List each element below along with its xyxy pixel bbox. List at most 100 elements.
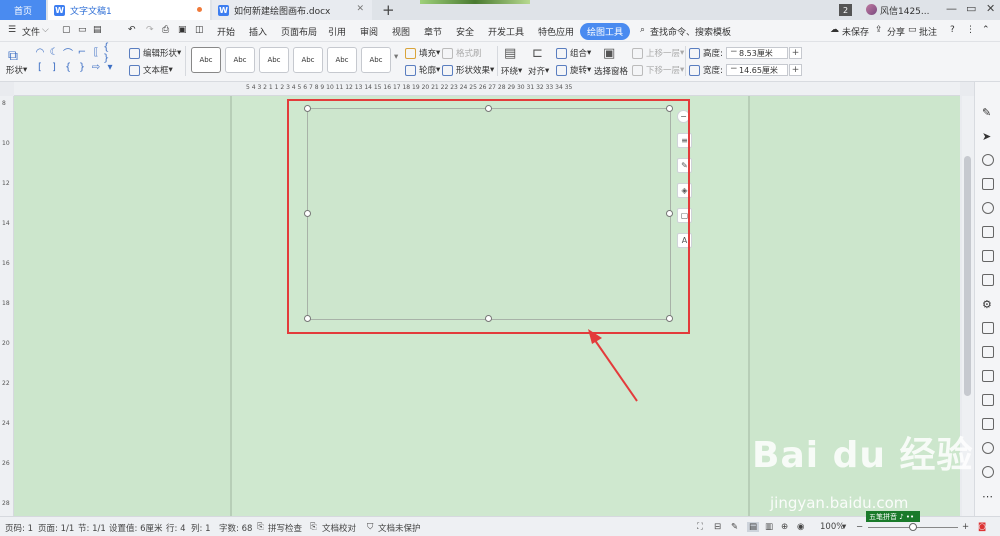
zoom-out-icon[interactable]: − bbox=[856, 522, 863, 532]
style-sample[interactable]: Abc bbox=[225, 47, 255, 73]
format-icon[interactable]: ◫ bbox=[195, 25, 204, 35]
lock-icon[interactable] bbox=[982, 322, 994, 334]
zoom-level[interactable]: 100% bbox=[820, 522, 844, 532]
selection-pane-icon[interactable]: ▣ bbox=[603, 46, 615, 61]
ime-icon[interactable]: ◙ bbox=[978, 522, 986, 532]
shape-brace-left-icon[interactable]: { bbox=[61, 60, 75, 75]
comment-button[interactable]: 批注 bbox=[919, 25, 937, 38]
page-view-icon[interactable]: ▤ bbox=[747, 522, 760, 532]
style-sample[interactable]: Abc bbox=[191, 47, 221, 73]
shape-corner-icon[interactable]: ⌐ bbox=[75, 45, 89, 60]
height-increase-button[interactable]: + bbox=[789, 47, 802, 59]
user-name[interactable]: 风信1425... bbox=[880, 4, 930, 17]
chart-icon[interactable] bbox=[982, 274, 994, 286]
scrollbar-thumb[interactable] bbox=[964, 156, 971, 396]
gallery-more-icon[interactable]: ▾ bbox=[103, 60, 117, 75]
menu-reference[interactable]: 引用 bbox=[328, 25, 346, 38]
horizontal-ruler[interactable]: 5 4 3 2 1 1 2 3 4 5 6 7 8 9 10 11 12 13 … bbox=[14, 82, 960, 96]
shape-arc-icon[interactable]: ◠ bbox=[33, 45, 47, 60]
shape-effect-button[interactable]: 形状效果 ▾ bbox=[442, 64, 494, 76]
save-status[interactable]: 未保存 bbox=[842, 25, 869, 38]
text-box-button[interactable]: 文本框 ▾ bbox=[129, 64, 173, 76]
eye-protect-icon[interactable]: ◉ bbox=[797, 522, 804, 532]
collapse-ribbon-icon[interactable]: ⌃ bbox=[982, 25, 990, 35]
menu-page-layout[interactable]: 页面布局 bbox=[281, 25, 317, 38]
menu-dev-tools[interactable]: 开发工具 bbox=[488, 25, 524, 38]
window-count-badge[interactable]: 2 bbox=[839, 4, 852, 16]
edit-shape-button[interactable]: 编辑形状 ▾ bbox=[129, 47, 181, 59]
outline-button[interactable]: 轮廓 ▾ bbox=[405, 64, 440, 76]
shape-brace-right-icon[interactable]: } bbox=[75, 60, 89, 75]
table-icon[interactable] bbox=[982, 226, 994, 238]
fill-button[interactable]: 填充 ▾ bbox=[405, 47, 440, 59]
more-icon[interactable]: ⋯ bbox=[982, 490, 994, 503]
apps-icon[interactable] bbox=[982, 250, 994, 262]
archive-icon[interactable] bbox=[982, 394, 994, 406]
menu-file[interactable]: 文件 bbox=[22, 25, 40, 38]
style-sample[interactable]: Abc bbox=[327, 47, 357, 73]
search-command[interactable]: 查找命令、搜索模板 bbox=[650, 25, 731, 38]
zoom-dropdown-icon[interactable]: ▾ bbox=[842, 522, 846, 532]
align-button[interactable]: 对齐 ▾ bbox=[528, 65, 549, 77]
wrap-icon[interactable]: ▤ bbox=[504, 46, 516, 61]
fullscreen-icon[interactable]: ⛶ bbox=[697, 522, 703, 532]
menu-insert[interactable]: 插入 bbox=[249, 25, 267, 38]
shape-bracket-icon[interactable]: ⟦ bbox=[89, 45, 103, 60]
save-icon[interactable]: ▤ bbox=[93, 25, 102, 35]
document-icon[interactable] bbox=[982, 346, 994, 358]
doc-tab-inactive[interactable]: W 如何新建绘图画布.docx ✕ bbox=[212, 0, 372, 20]
help-icon[interactable]: ? bbox=[950, 25, 955, 35]
width-increase-button[interactable]: + bbox=[789, 64, 802, 76]
zoom-in-icon[interactable]: + bbox=[962, 522, 969, 532]
decrease-icon[interactable]: − bbox=[730, 64, 738, 74]
shape-brace-icon[interactable]: { } bbox=[103, 42, 117, 64]
width-field[interactable]: −14.65厘米 bbox=[726, 64, 788, 76]
rotate-button[interactable]: 旋转 ▾ bbox=[556, 64, 591, 76]
menu-security[interactable]: 安全 bbox=[456, 25, 474, 38]
home-tab[interactable]: 首页 bbox=[0, 0, 46, 20]
cursor-icon[interactable]: ➤ bbox=[982, 130, 994, 143]
avatar[interactable] bbox=[866, 4, 877, 15]
share-button[interactable]: 分享 bbox=[887, 25, 905, 38]
nav-icon[interactable] bbox=[982, 202, 994, 214]
shape-bracket-left-icon[interactable]: [ bbox=[33, 60, 47, 75]
shape-bracket-right-icon[interactable]: ] bbox=[47, 60, 61, 75]
decrease-icon[interactable]: − bbox=[730, 47, 738, 57]
recording-icon[interactable] bbox=[982, 442, 994, 454]
send-backward-button[interactable]: 下移一层 ▾ bbox=[632, 64, 684, 76]
style-sample[interactable]: Abc bbox=[361, 47, 391, 73]
shape-curve-icon[interactable]: ⌒ bbox=[61, 45, 75, 60]
chevron-down-icon[interactable]: ⌵ bbox=[42, 25, 49, 35]
style-sample[interactable]: Abc bbox=[259, 47, 289, 73]
new-doc-icon[interactable]: ▢ bbox=[62, 25, 71, 35]
menu-icon[interactable]: ☰ bbox=[8, 25, 16, 35]
web-view-icon[interactable]: ⊕ bbox=[781, 522, 788, 532]
minimize-icon[interactable]: — bbox=[946, 2, 957, 15]
menu-drawing-tools[interactable]: 绘图工具 bbox=[580, 23, 631, 40]
menu-view[interactable]: 视图 bbox=[392, 25, 410, 38]
style-sample[interactable]: Abc bbox=[293, 47, 323, 73]
wrap-button[interactable]: 环绕 ▾ bbox=[501, 65, 522, 77]
outline-view-icon[interactable]: ▥ bbox=[765, 522, 773, 532]
menu-start[interactable]: 开始 bbox=[217, 25, 235, 38]
edit-icon[interactable]: ✎ bbox=[982, 106, 994, 119]
protect-status[interactable]: 文档未保护 bbox=[378, 522, 421, 534]
format-brush-button[interactable]: 格式刷 bbox=[442, 47, 482, 59]
zoom-slider-knob[interactable] bbox=[909, 523, 917, 531]
selection-pane-button[interactable]: 选择窗格 bbox=[594, 65, 628, 77]
image-icon[interactable] bbox=[982, 418, 994, 430]
close-icon[interactable]: ✕ bbox=[986, 2, 995, 15]
undo-icon[interactable]: ↶ bbox=[128, 25, 136, 35]
settings-icon[interactable]: ⚙ bbox=[982, 298, 994, 311]
maximize-icon[interactable]: ▭ bbox=[966, 2, 976, 15]
more-icon[interactable]: ⋮ bbox=[966, 25, 975, 35]
search-icon[interactable]: ⌕ bbox=[640, 25, 645, 35]
history-icon[interactable] bbox=[982, 466, 994, 478]
preview-icon[interactable]: ▣ bbox=[178, 25, 187, 35]
style-more-icon[interactable]: ▾ bbox=[394, 52, 398, 62]
open-icon[interactable]: ▭ bbox=[78, 25, 87, 35]
height-field[interactable]: −8.53厘米 bbox=[726, 47, 788, 59]
shape-icon[interactable]: ⧉ bbox=[8, 48, 18, 64]
menu-review[interactable]: 审阅 bbox=[360, 25, 378, 38]
group-button[interactable]: 组合 ▾ bbox=[556, 47, 591, 59]
